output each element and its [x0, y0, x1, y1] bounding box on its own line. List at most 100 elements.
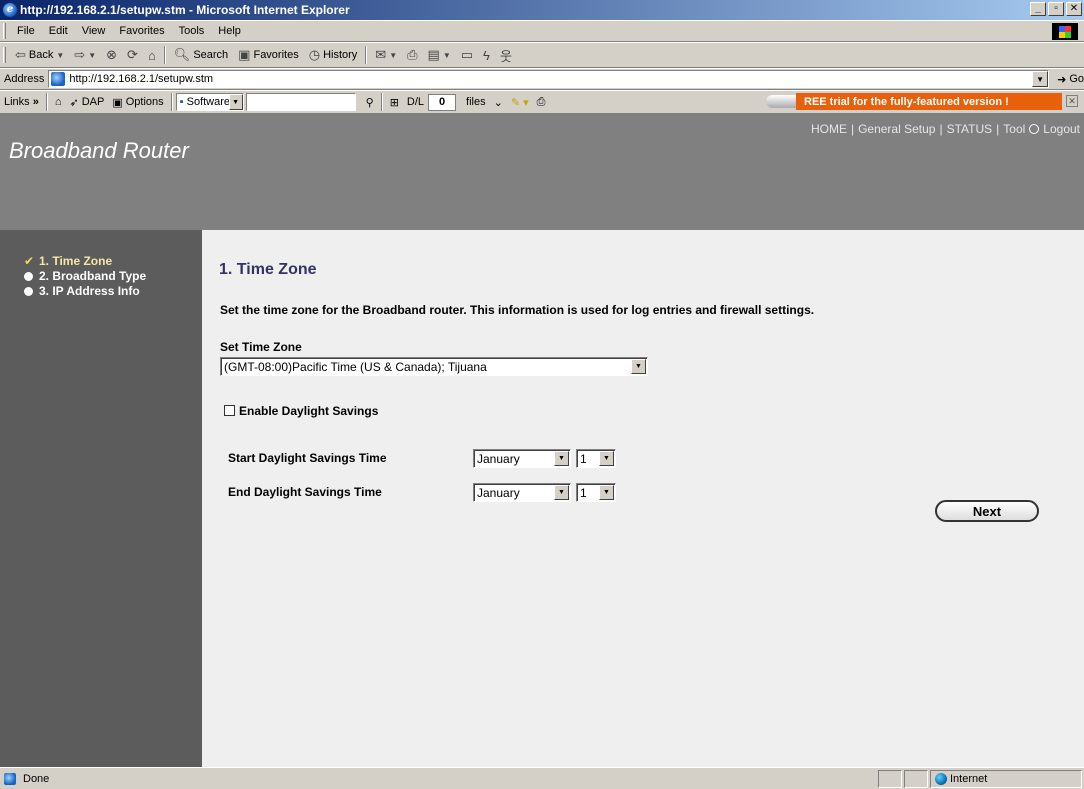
stop-icon: ⊗	[106, 47, 118, 62]
menu-view[interactable]: View	[75, 25, 113, 37]
maximize-button[interactable]: ▫	[1048, 2, 1064, 16]
end-dst-label: End Daylight Savings Time	[228, 485, 382, 499]
checkmark-icon: ✔	[24, 254, 35, 268]
toolbar-grip[interactable]	[3, 23, 6, 39]
links-label[interactable]: Links»	[0, 96, 43, 108]
messenger-button[interactable]: ϟ	[478, 44, 495, 66]
status-pane	[904, 769, 928, 788]
time-zone-value: (GMT-08:00)Pacific Time (US & Canada); T…	[224, 359, 487, 374]
daylight-savings-checkbox[interactable]	[224, 405, 235, 416]
next-button[interactable]: Next	[935, 500, 1039, 522]
status-text-area: Done	[0, 772, 878, 785]
back-label: Back	[28, 49, 54, 61]
edit-button[interactable]: ▤ ▼	[423, 44, 456, 66]
end-day-select[interactable]: 1 ▼	[576, 483, 616, 502]
brand-title: Broadband Router	[9, 138, 189, 163]
nav-home[interactable]: HOME	[811, 122, 847, 136]
dap-label: DAP	[81, 96, 105, 108]
security-zone[interactable]: Internet	[930, 769, 1082, 788]
minimize-button[interactable]: _	[1030, 2, 1046, 16]
home-button[interactable]: ⌂	[143, 44, 161, 66]
bullet-icon	[24, 271, 33, 281]
end-month-select[interactable]: January ▼	[473, 483, 571, 502]
search-text-input[interactable]	[245, 93, 356, 111]
chevron-down-icon[interactable]: ▼	[1032, 71, 1049, 87]
options-label: Options	[125, 96, 164, 108]
promo-pill	[766, 95, 796, 108]
address-bar: Address http://192.168.2.1/setupw.stm ▼ …	[0, 68, 1084, 90]
favorites-button[interactable]: ▣ Favorites	[233, 44, 304, 66]
go-arrow-icon: ➜	[1057, 73, 1067, 86]
globe-icon	[935, 772, 947, 785]
home-link-icon[interactable]: ⌂	[51, 96, 66, 108]
bullet-icon	[24, 286, 33, 296]
address-input[interactable]: http://192.168.2.1/setupw.stm ▼	[48, 70, 1050, 88]
software-label: Software	[186, 96, 231, 108]
menu-favorites[interactable]: Favorites	[112, 25, 171, 37]
windows-logo-icon	[1052, 23, 1078, 40]
highlighter-icon[interactable]: ✎ ▾	[507, 96, 533, 109]
chevron-down-icon: ▼	[631, 359, 646, 374]
sidebar-item-time-zone[interactable]: ✔ 1. Time Zone	[24, 254, 112, 268]
sidebar-item-ip-address-info[interactable]: 3. IP Address Info	[24, 284, 140, 298]
dap-button[interactable]: ➶ DAP	[65, 96, 108, 109]
print-icon: ⎙	[407, 47, 418, 62]
forward-button[interactable]: ⇨ ▼	[69, 44, 101, 66]
search-button[interactable]: 🔍︎ Search	[169, 44, 233, 66]
start-dst-label: Start Daylight Savings Time	[228, 451, 387, 465]
menu-tools[interactable]: Tools	[172, 25, 212, 37]
daylight-savings-row: Enable Daylight Savings	[224, 404, 378, 418]
close-icon[interactable]: ✕	[1066, 95, 1078, 107]
page-description: Set the time zone for the Broadband rout…	[220, 303, 815, 317]
discuss-button[interactable]: ▭	[456, 44, 478, 66]
page-icon	[51, 72, 66, 86]
print-button[interactable]: ⎙	[402, 44, 422, 66]
go-label: Go	[1069, 73, 1084, 85]
chevron-down-icon: ▼	[442, 50, 451, 60]
sidebar-item-broadband-type[interactable]: 2. Broadband Type	[24, 269, 146, 283]
nav-logout[interactable]: Logout	[1043, 122, 1080, 136]
people-button[interactable]: 웃	[495, 44, 517, 66]
nav-general-setup[interactable]: General Setup	[858, 122, 935, 136]
back-button[interactable]: ⇦ Back ▼	[10, 44, 69, 66]
refresh-button[interactable]: ⟳	[122, 44, 143, 66]
files-label: files	[466, 96, 486, 108]
options-button[interactable]: ▣ Options	[108, 96, 167, 109]
start-day-select[interactable]: 1 ▼	[576, 449, 616, 468]
history-icon: ◷	[308, 47, 321, 62]
start-month-select[interactable]: January ▼	[473, 449, 571, 468]
time-zone-select[interactable]: (GMT-08:00)Pacific Time (US & Canada); T…	[220, 357, 648, 376]
chevron-down-icon: ▼	[389, 50, 398, 60]
stop-button[interactable]: ⊗	[101, 44, 122, 66]
expand-icon[interactable]: ⌄	[490, 96, 507, 109]
back-arrow-icon: ⇦	[15, 47, 26, 62]
nav-tool[interactable]: Tool	[1003, 122, 1025, 136]
search-label: Search	[193, 49, 229, 61]
printer-icon[interactable]: ⎙	[533, 96, 550, 109]
edit-icon: ▤	[427, 47, 440, 62]
menu-edit[interactable]: Edit	[42, 25, 75, 37]
history-button[interactable]: ◷ History	[304, 44, 363, 66]
mail-button[interactable]: ✉ ▼	[370, 44, 402, 66]
search-icon[interactable]: ⚲	[362, 96, 378, 109]
download-manager-icon[interactable]: ⊞	[386, 96, 403, 109]
end-day-value: 1	[580, 485, 587, 500]
go-button[interactable]: ➜ Go	[1049, 73, 1084, 86]
menu-help[interactable]: Help	[211, 25, 248, 37]
favorites-label: Favorites	[253, 49, 299, 61]
promo-banner[interactable]: REE trial for the fully-featured version…	[766, 93, 1062, 110]
close-button[interactable]: ✕	[1066, 2, 1082, 16]
discuss-icon: ▭	[460, 47, 474, 62]
nav-status[interactable]: STATUS	[947, 122, 993, 136]
sidebar-item-label: 2. Broadband Type	[39, 269, 147, 283]
toolbar-separator	[45, 93, 48, 111]
software-dropdown[interactable]: ▪ Software ▼	[175, 93, 244, 111]
dl-label: D/L	[406, 96, 425, 108]
links-toolbar: Links» ⌂ ➶ DAP ▣ Options ▪ Software ▼ ⚲ ⊞ …	[0, 90, 1084, 114]
chevron-down-icon: ▼	[228, 94, 243, 110]
toolbar-grip[interactable]	[3, 47, 6, 63]
people-icon: 웃	[499, 48, 512, 64]
home-icon: ⌂	[147, 47, 156, 63]
history-label: History	[323, 49, 358, 61]
menu-file[interactable]: File	[10, 25, 42, 37]
